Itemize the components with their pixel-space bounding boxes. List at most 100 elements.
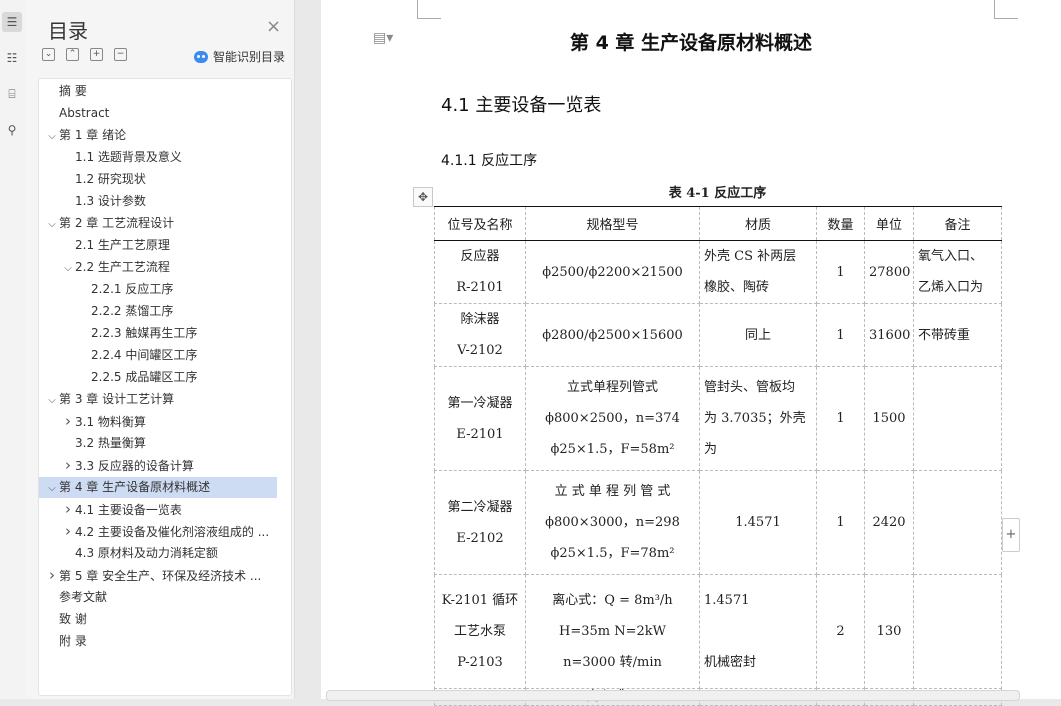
toc-item-label: 4.3 原材料及动力消耗定额 <box>75 546 218 560</box>
table-cell[interactable]: 立 式 单 程 列 管 式 ϕ800×3000，n=298 ϕ25×1.5，F=78… <box>525 470 700 575</box>
table-cell[interactable]: 不带砖重 <box>913 303 1002 367</box>
cell-line: 工艺水泵 <box>453 624 506 639</box>
toc-item-label: 2.2.1 反应工序 <box>91 282 174 296</box>
table-cell[interactable]: 1.4571 <box>699 470 817 575</box>
toc-item[interactable]: ⌵ 第 3 章 设计工艺计算 <box>39 389 285 410</box>
add-heading-icon[interactable]: + <box>90 48 103 61</box>
table-cell[interactable]: 1 <box>816 303 865 367</box>
cell-line: 第一冷凝器 <box>447 395 513 411</box>
toc-item[interactable]: 1.1 选题背景及意义 <box>39 147 301 168</box>
find-icon[interactable]: ⚲ <box>2 120 22 140</box>
table-cell[interactable]: ϕ2800/ϕ2500×15600 <box>525 303 700 367</box>
table-cell[interactable]: 第二冷凝器 E-2102 <box>434 470 526 575</box>
cell-line: n=3000 转/min <box>563 655 662 670</box>
chevron-right-icon[interactable]: › <box>61 411 75 432</box>
toc-item[interactable]: 2.1 生产工艺原理 <box>39 235 301 256</box>
table-cell[interactable]: 第一冷凝器 E-2101 <box>434 366 526 471</box>
toc-item[interactable]: 4.3 原材料及动力消耗定额 <box>39 543 301 564</box>
chevron-down-icon[interactable]: ⌵ <box>45 390 59 410</box>
close-icon[interactable]: × <box>266 18 281 36</box>
cell-line: ϕ2800/ϕ2500×15600 <box>542 327 683 343</box>
toc-item[interactable]: 2.2.4 中间罐区工序 <box>39 345 317 366</box>
toc-icon[interactable]: ☰ <box>2 12 22 32</box>
toc-item-label: 4.1 主要设备一览表 <box>75 503 182 517</box>
toc-item[interactable]: ⌵ 第 4 章 生产设备原材料概述 <box>39 477 277 498</box>
table-row: K-2101 循环 工艺水泵 P-2103 离心式：Q = 8m³/h H=35m N=… <box>434 574 1002 689</box>
table-cell[interactable]: ϕ2500/ϕ2200×21500 <box>525 240 700 304</box>
cell-line <box>704 616 812 647</box>
chevron-down-icon[interactable]: ⌵ <box>45 126 59 146</box>
toc-item[interactable]: › 第 5 章 安全生产、环保及经济技术 ... <box>39 565 285 586</box>
chevron-right-icon[interactable]: › <box>61 521 75 542</box>
collapse-all-icon[interactable]: ⌄ <box>42 48 55 61</box>
chevron-down-icon[interactable]: ⌵ <box>45 478 59 498</box>
table-cell[interactable]: 2420 <box>864 470 914 575</box>
toc-item[interactable]: 2.2.2 蒸馏工序 <box>39 301 317 322</box>
chevron-down-icon[interactable]: ⌵ <box>61 258 75 278</box>
toc-item[interactable]: 2.2.5 成品罐区工序 <box>39 367 317 388</box>
table-cell[interactable]: 立式单程列管式 ϕ800×2500，n=374 ϕ25×1.5，F=58m² <box>525 366 700 471</box>
subsection-title: 4.1.1 反应工序 <box>441 153 538 169</box>
smart-toc-button[interactable]: 智能识别目录 <box>194 48 285 65</box>
table-cell[interactable]: 1.4571 机械密封 <box>699 574 817 689</box>
table-cell[interactable]: 2 <box>816 574 865 689</box>
table-cell[interactable] <box>913 366 1002 471</box>
toc-item[interactable]: ⌵ 2.2 生产工艺流程 <box>39 257 301 278</box>
toc-item[interactable]: 1.3 设计参数 <box>39 191 301 212</box>
cell-line: 反应器 <box>460 249 500 264</box>
expand-up-icon[interactable]: ⌃ <box>66 48 79 61</box>
cell-line: 离心式：Q = 8m³/h <box>552 593 673 608</box>
smart-toc-label: 智能识别目录 <box>213 50 286 64</box>
toc-item[interactable]: 2.2.1 反应工序 <box>39 279 317 300</box>
toc-item[interactable]: 摘 要 <box>39 81 285 102</box>
remove-heading-icon[interactable]: − <box>114 48 127 61</box>
toc-item[interactable]: ⌵ 第 2 章 工艺流程设计 <box>39 213 285 234</box>
table-row: 第一冷凝器 E-2101 立式单程列管式 ϕ800×2500，n=374 ϕ25×1.5… <box>434 366 1002 471</box>
table-cell[interactable]: 27800 <box>864 240 914 304</box>
chevron-right-icon[interactable]: › <box>61 455 75 476</box>
toc-item[interactable]: 2.2.3 触媒再生工序 <box>39 323 317 344</box>
table-cell[interactable]: K-2101 循环 工艺水泵 P-2103 <box>434 574 526 689</box>
table-cell[interactable]: 离心式：Q = 8m³/h H=35m N=2kW n=3000 转/min <box>525 574 700 689</box>
table-cell[interactable]: 外壳 CS 补两层 橡胶、陶砖 <box>699 240 817 304</box>
chevron-right-icon[interactable]: › <box>45 565 59 586</box>
table-cell[interactable] <box>913 470 1002 575</box>
toc-item-label: 第 1 章 绪论 <box>59 128 127 142</box>
table-cell[interactable]: 管封头、管板均为 3.7035；外壳为 <box>699 366 817 471</box>
comment-icon[interactable]: ⌸ <box>2 84 22 104</box>
chevron-down-icon[interactable]: ⌵ <box>45 214 59 234</box>
table-cell[interactable]: 同上 <box>699 303 817 367</box>
document-area: ▤▾ 第 4 章 生产设备原材料概述 4.1 主要设备一览表 4.1.1 反应工… <box>295 0 1061 706</box>
toc-item[interactable]: Abstract <box>39 103 285 124</box>
chevron-right-icon[interactable]: › <box>61 499 75 520</box>
table-cell[interactable]: 130 <box>864 574 914 689</box>
list-icon[interactable]: ☷ <box>2 48 22 68</box>
table-cell[interactable]: 反应器 R-2101 <box>434 240 526 304</box>
cell-line: E-2101 <box>456 426 504 442</box>
table-cell[interactable]: 1500 <box>864 366 914 471</box>
table-cell[interactable]: 31600 <box>864 303 914 367</box>
toc-item[interactable]: 致 谢 <box>39 609 285 630</box>
table-cell[interactable]: 1 <box>816 240 865 304</box>
add-column-button[interactable]: + <box>1002 518 1020 552</box>
toc-item[interactable]: › 3.1 物料衡算 <box>39 411 301 432</box>
table-cell[interactable] <box>913 574 1002 689</box>
toc-item-label: 2.2.2 蒸馏工序 <box>91 304 174 318</box>
cell-line: 1 <box>836 264 845 280</box>
table-cell[interactable]: 氧气入口、 乙烯入口为 <box>913 240 1002 304</box>
toc-item[interactable]: 参考文献 <box>39 587 285 608</box>
cell-line <box>918 403 997 434</box>
cell-line: 氧气入口、 <box>918 249 984 264</box>
toc-item[interactable]: 附 录 <box>39 631 285 652</box>
table-move-handle-icon[interactable]: ✥ <box>413 187 433 207</box>
toc-item[interactable]: 1.2 研究现状 <box>39 169 301 190</box>
toc-item[interactable]: 3.2 热量衡算 <box>39 433 301 454</box>
toc-item[interactable]: ⌵ 第 1 章 绪论 <box>39 125 285 146</box>
toc-item[interactable]: › 4.1 主要设备一览表 <box>39 499 301 520</box>
table-cell[interactable]: 1 <box>816 366 865 471</box>
toc-item[interactable]: › 4.2 主要设备及催化剂溶液组成的 ... <box>39 521 301 542</box>
table-cell[interactable]: 除沫器 V-2102 <box>434 303 526 367</box>
table-cell[interactable]: 1 <box>816 470 865 575</box>
horizontal-scrollbar[interactable] <box>326 690 1020 701</box>
toc-item[interactable]: › 3.3 反应器的设备计算 <box>39 455 301 476</box>
